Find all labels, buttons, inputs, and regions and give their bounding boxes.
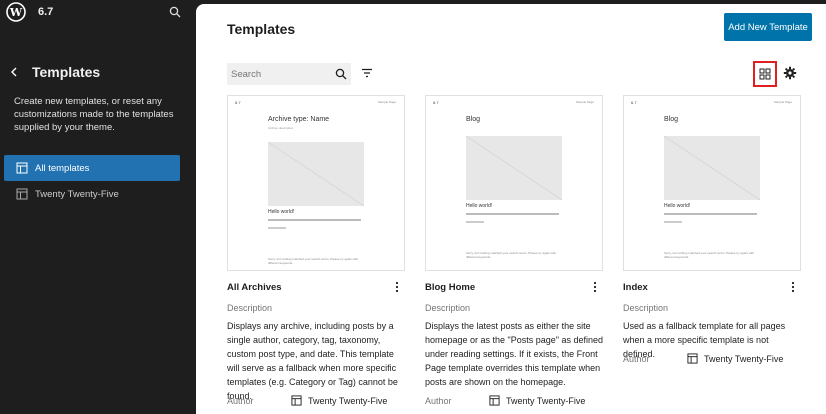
search-field[interactable] [227,63,351,85]
search-input[interactable] [231,68,331,80]
template-preview[interactable]: 6.7 Sample Page Blog Hello world! Sorry,… [425,95,603,271]
preview-heading: Archive type: Name [268,116,330,123]
preview-text-line [466,221,484,223]
preview-text-line [466,213,559,215]
author-label: Author [227,395,254,406]
preview-footer-text: Sorry, but nothing matched your search t… [466,251,556,259]
layout-icon [16,188,28,200]
preview-heading: Blog [664,116,679,123]
sidebar-item-label: All templates [35,162,90,174]
sidebar-header: Templates [8,64,100,80]
author-label: Author [425,395,452,406]
preview-footer-text: Sorry, but nothing matched your search t… [664,251,754,259]
preview-menu: Sample Page [377,100,396,104]
preview-subheading: Archive description [268,126,294,130]
preview-site-name: 6.7 [433,100,439,105]
preview-footer-text: Sorry, but nothing matched your search t… [268,257,358,265]
search-icon[interactable] [168,5,182,19]
layout-icon [687,353,698,364]
sidebar-item-label: Twenty Twenty-Five [35,188,119,200]
preview-site-name: 6.7 [235,100,241,105]
more-vertical-icon[interactable] [591,280,599,294]
preview-text-line [664,213,757,215]
description-text: Displays any archive, including posts by… [227,321,398,401]
description-label: Description [227,303,273,313]
author-row: Author Twenty Twenty-Five [425,395,603,406]
preview-image-placeholder [465,135,563,201]
template-card-blog-home: 6.7 Sample Page Blog Hello world! Sorry,… [425,95,603,406]
preview-text-line [268,219,361,221]
add-new-template-button[interactable]: Add New Template [724,13,812,41]
funnel-icon[interactable] [361,67,373,79]
main-panel: Templates Add New Template 6.7 Sample Pa… [196,4,826,414]
author-value: Twenty Twenty-Five [308,395,388,406]
layout-icon [16,162,28,174]
sidebar-item-all-templates[interactable]: All templates [4,155,180,181]
template-preview[interactable]: 6.7 Sample Page Archive type: Name Archi… [227,95,405,271]
sidebar-description: Create new templates, or reset any custo… [14,96,174,133]
sidebar-topbar: W 6.7 [0,0,196,24]
preview-menu: Sample Page [773,100,792,104]
preview-post-title: Hello world! [664,203,691,209]
preview-post-title: Hello world! [268,209,295,215]
more-vertical-icon[interactable] [789,280,797,294]
author-label: Author [623,353,650,364]
sidebar: W 6.7 Templates Create new templates, or… [0,0,196,414]
description-label: Description [425,303,471,313]
app-window: W 6.7 Templates Create new templates, or… [0,0,826,414]
description-text: Displays the latest posts as either the … [425,321,604,387]
author-row: Author Twenty Twenty-Five [227,395,405,406]
page-title: Templates [227,21,296,37]
preview-heading: Blog [466,116,481,123]
more-vertical-icon[interactable] [393,280,401,294]
template-title[interactable]: All Archives [227,282,282,293]
search-icon[interactable] [335,68,347,80]
chevron-left-icon[interactable] [8,65,20,79]
template-card-index: 6.7 Sample Page Blog Hello world! Sorry,… [623,95,801,364]
preview-site-name: 6.7 [631,100,637,105]
layout-icon [291,395,302,406]
description-label: Description [623,303,669,313]
site-name[interactable]: 6.7 [38,6,53,18]
svg-text:W: W [9,6,23,19]
sidebar-item-twenty-twenty-five[interactable]: Twenty Twenty-Five [4,181,180,207]
preview-image-placeholder [663,135,761,201]
template-title[interactable]: Blog Home [425,282,475,293]
preview-post-title: Hello world! [466,203,493,209]
layout-icon [489,395,500,406]
template-preview[interactable]: 6.7 Sample Page Blog Hello world! Sorry,… [623,95,801,271]
preview-image-placeholder [267,141,365,207]
template-card-all-archives: 6.7 Sample Page Archive type: Name Archi… [227,95,405,406]
wordpress-logo-icon[interactable]: W [6,2,26,22]
sidebar-title: Templates [32,64,101,80]
author-value: Twenty Twenty-Five [506,395,586,406]
author-value: Twenty Twenty-Five [704,353,784,364]
preview-text-line [268,227,286,229]
preview-text-line [664,221,682,223]
grid-view-icon [759,68,771,80]
grid-view-button[interactable] [753,61,777,87]
preview-menu: Sample Page [575,100,594,104]
template-title[interactable]: Index [623,282,648,293]
author-row: Author Twenty Twenty-Five [623,353,801,364]
gear-icon[interactable] [783,66,797,80]
